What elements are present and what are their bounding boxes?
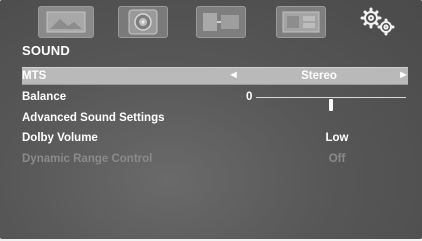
menu-item-label: Balance: [22, 91, 67, 103]
tab-settings[interactable]: [354, 6, 402, 36]
menu-item-label: Dynamic Range Control: [22, 153, 153, 165]
network-icon: [201, 10, 241, 34]
picture-icon: [46, 11, 86, 33]
tab-channels[interactable]: [276, 6, 326, 38]
tab-picture[interactable]: [38, 6, 94, 38]
tab-sound[interactable]: [118, 6, 168, 38]
dynamic-range-control-value: Off: [328, 153, 346, 165]
mts-value: Stereo: [301, 70, 337, 82]
menu-item-dynamic-range-control: Dynamic Range Control Off: [22, 151, 408, 167]
menu-item-dolby-volume[interactable]: Dolby Volume Low: [22, 130, 408, 146]
tv-menu-screen: SOUND MTS ◄ Stereo ► Balance 0 Advanced …: [0, 0, 422, 239]
gears-icon: [358, 6, 398, 36]
dolby-volume-value: Low: [325, 132, 349, 144]
category-bar: [0, 0, 422, 40]
arrow-right-icon[interactable]: ►: [398, 69, 409, 81]
channels-icon: [281, 10, 321, 34]
menu-item-label: Advanced Sound Settings: [22, 112, 165, 124]
menu-item-advanced-sound-settings[interactable]: Advanced Sound Settings: [22, 110, 408, 126]
menu-item-balance[interactable]: Balance 0: [22, 89, 408, 111]
menu-title: SOUND: [22, 43, 70, 58]
balance-value: 0: [246, 91, 253, 103]
speaker-icon: [127, 9, 159, 35]
menu-item-label: Dolby Volume: [22, 132, 98, 144]
arrow-left-icon[interactable]: ◄: [228, 69, 239, 81]
menu-item-mts[interactable]: MTS ◄ Stereo ►: [22, 67, 409, 85]
menu-item-label: MTS: [22, 70, 47, 82]
tab-network[interactable]: [196, 6, 246, 38]
balance-slider-track[interactable]: [256, 97, 406, 111]
